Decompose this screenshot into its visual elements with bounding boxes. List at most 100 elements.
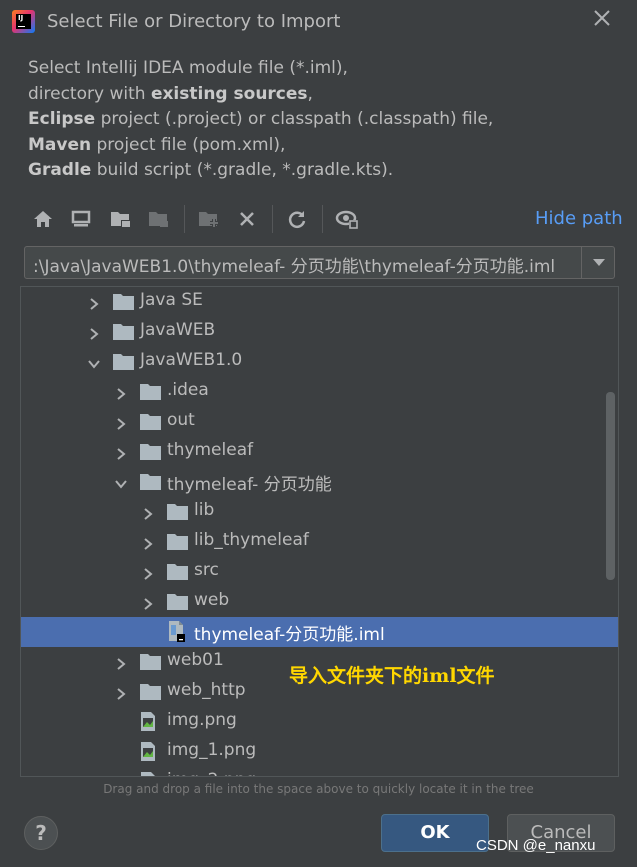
- image-file-icon: [140, 712, 161, 731]
- tree-row-label: web01: [167, 650, 224, 670]
- tree-scrollbar[interactable]: [606, 392, 615, 580]
- tree-row[interactable]: img.png: [21, 707, 618, 737]
- file-chooser-toolbar: [22, 203, 622, 237]
- chevron-right-icon[interactable]: [115, 385, 127, 400]
- close-icon[interactable]: [590, 8, 614, 34]
- dialog-description: Select Intellij IDEA module file (*.iml)…: [28, 56, 618, 184]
- description-line: Maven project file (pom.xml),: [28, 133, 618, 159]
- chevron-right-icon[interactable]: [115, 655, 127, 670]
- project-folder-icon[interactable]: [108, 206, 134, 232]
- tree-row-label: img_1.png: [167, 740, 257, 760]
- tree-row[interactable]: thymeleaf-分页功能.iml: [21, 617, 618, 647]
- ok-button[interactable]: OK: [381, 814, 489, 852]
- title-bar: IJ Select File or Directory to Import: [0, 0, 637, 44]
- tree-row[interactable]: .idea: [21, 377, 618, 407]
- tree-row[interactable]: Java SE: [21, 287, 618, 317]
- folder-icon: [140, 443, 161, 460]
- desktop-icon[interactable]: [68, 206, 94, 232]
- chevron-right-icon[interactable]: [142, 565, 154, 580]
- delete-icon[interactable]: [234, 206, 260, 232]
- tree-row-label: thymeleaf-分页功能.iml: [194, 625, 385, 645]
- chevron-down-icon[interactable]: [88, 355, 100, 369]
- tree-row[interactable]: img_2.png: [21, 767, 618, 776]
- image-file-icon: [140, 772, 161, 776]
- chevron-right-icon[interactable]: [88, 295, 100, 310]
- tree-row-label: lib_thymeleaf: [194, 530, 309, 550]
- description-text: project (.project) or classpath (.classp…: [95, 109, 494, 129]
- chevron-right-icon[interactable]: [115, 415, 127, 430]
- tree-row[interactable]: src: [21, 557, 618, 587]
- intellij-app-icon: IJ: [12, 10, 35, 33]
- description-keyword: existing sources: [150, 83, 308, 104]
- folder-icon: [140, 383, 161, 400]
- app-icon-letters: IJ: [18, 14, 24, 22]
- tree-row[interactable]: thymeleaf: [21, 437, 618, 467]
- folder-icon: [140, 413, 161, 430]
- folder-icon: [167, 533, 188, 550]
- description-text: project file (pom.xml),: [91, 134, 286, 155]
- folder-icon: [167, 563, 188, 580]
- tree-row-label: img.png: [167, 710, 237, 730]
- tree-row-label: out: [167, 410, 195, 430]
- refresh-icon[interactable]: [284, 206, 310, 232]
- folder-icon: [167, 593, 188, 610]
- tree-row-label: lib: [194, 500, 215, 520]
- tree-row-label: web: [194, 590, 230, 610]
- description-text: ,: [307, 83, 313, 104]
- help-button[interactable]: ?: [24, 816, 58, 850]
- tree-row[interactable]: JavaWEB1.0: [21, 347, 618, 377]
- description-text: Select Intellij IDEA module file (*.iml)…: [28, 58, 348, 78]
- tree-row-label: JavaWEB: [140, 320, 216, 340]
- chevron-right-icon[interactable]: [115, 685, 127, 700]
- tree-row-label: .idea: [167, 380, 209, 400]
- description-line: Eclipse project (.project) or classpath …: [28, 107, 618, 133]
- show-hidden-files-icon[interactable]: [334, 206, 360, 232]
- tree-row[interactable]: thymeleaf- 分页功能: [21, 467, 618, 497]
- home-icon[interactable]: [30, 206, 56, 232]
- chevron-right-icon[interactable]: [142, 505, 154, 520]
- tree-row-label: Java SE: [140, 290, 203, 310]
- description-line: directory with existing sources,: [28, 82, 618, 108]
- hide-path-link[interactable]: Hide path: [535, 208, 623, 229]
- annotation-text: 导入文件夹下的iml文件: [289, 665, 495, 687]
- tree-row-label: thymeleaf: [167, 440, 254, 460]
- drag-drop-hint: Drag and drop a file into the space abov…: [103, 782, 534, 796]
- new-folder-icon[interactable]: [196, 206, 222, 232]
- path-input[interactable]: :\Java\JavaWEB1.0\thymeleaf- 分页功能\thymel…: [33, 252, 555, 277]
- folder-icon: [113, 293, 134, 310]
- folder-icon: [167, 503, 188, 520]
- tree-row[interactable]: img_1.png: [21, 737, 618, 767]
- tree-row[interactable]: JavaWEB: [21, 317, 618, 347]
- folder-icon: [113, 323, 134, 340]
- description-text: directory with: [28, 83, 151, 104]
- iml-file-icon: [167, 621, 188, 642]
- chevron-down-icon[interactable]: [593, 259, 605, 266]
- tree-row-label: thymeleaf- 分页功能: [167, 475, 332, 495]
- chevron-down-icon[interactable]: [115, 475, 127, 489]
- description-keyword: Eclipse: [28, 109, 96, 129]
- chevron-right-icon[interactable]: [142, 535, 154, 550]
- description-line: Select Intellij IDEA module file (*.iml)…: [28, 56, 618, 82]
- tree-row[interactable]: out: [21, 407, 618, 437]
- tree-row[interactable]: web: [21, 587, 618, 617]
- folder-icon: [140, 683, 161, 700]
- watermark: CSDN @e_nanxu: [476, 837, 596, 854]
- description-keyword: Gradle: [28, 160, 92, 180]
- module-folder-icon[interactable]: [146, 206, 172, 232]
- chevron-right-icon[interactable]: [142, 595, 154, 610]
- tree-row-label: src: [194, 560, 219, 580]
- chevron-right-icon[interactable]: [115, 445, 127, 460]
- folder-icon: [113, 353, 134, 370]
- tree-row-label: JavaWEB1.0: [140, 350, 243, 370]
- tree-row-label: img_2.png: [167, 770, 256, 776]
- tree-row[interactable]: lib: [21, 497, 618, 527]
- image-file-icon: [140, 742, 161, 761]
- folder-icon: [140, 473, 161, 490]
- tree-row[interactable]: lib_thymeleaf: [21, 527, 618, 557]
- folder-icon: [140, 653, 161, 670]
- description-text: build script (*.gradle, *.gradle.kts).: [91, 160, 394, 180]
- description-keyword: Maven: [28, 134, 92, 155]
- file-tree[interactable]: Java SE JavaWEB JavaWEB1.0 .idea out thymelea…: [20, 286, 619, 777]
- path-combobox[interactable]: :\Java\JavaWEB1.0\thymeleaf- 分页功能\thymel…: [24, 246, 615, 279]
- chevron-right-icon[interactable]: [88, 325, 100, 340]
